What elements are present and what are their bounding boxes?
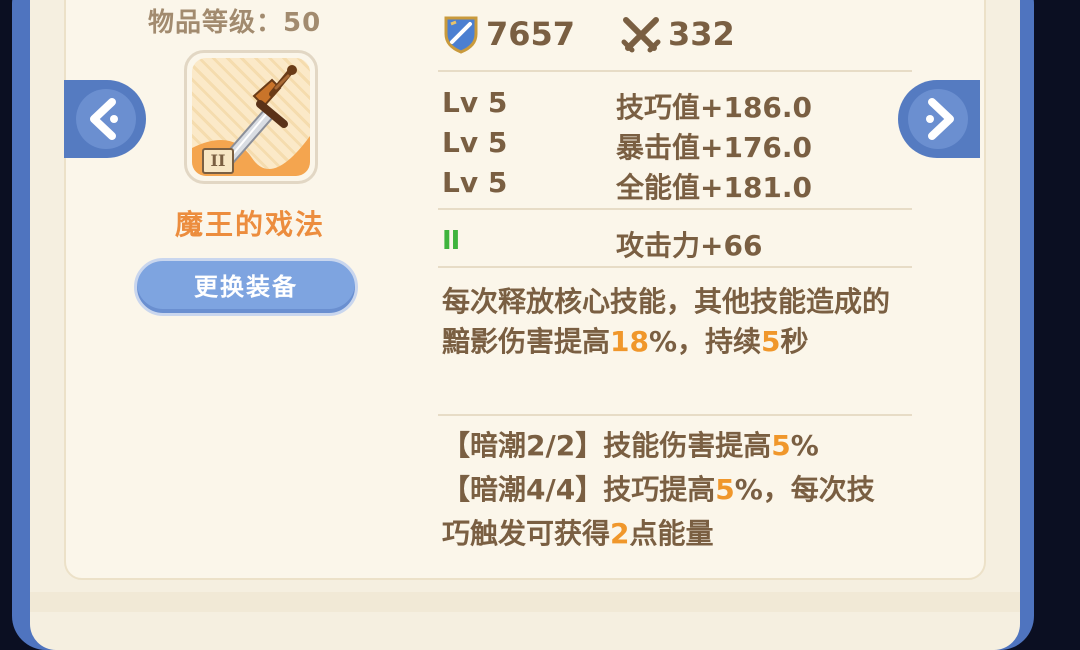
crossed-swords-icon (621, 17, 661, 53)
power-stat: 7657 (442, 14, 575, 54)
item-icon-slot[interactable]: II (184, 50, 318, 184)
set-bonus: 【暗潮2/2】技能伤害提高5% 【暗潮4/4】技巧提高5%，每次技巧触发可获得2… (442, 424, 902, 556)
substat-level: Lv 5 (442, 166, 508, 199)
effect-description: 每次释放核心技能，其他技能造成的黯影伤害提高18%，持续5秒 (442, 285, 891, 358)
item-name: 魔王的戏法 (174, 208, 325, 241)
chevron-right-icon (908, 89, 968, 149)
divider (438, 266, 912, 268)
attack-value: 332 (668, 15, 735, 53)
substat-value: 全能值+181.0 (616, 171, 813, 204)
substat-level: Lv 5 (442, 86, 508, 119)
divider (438, 414, 912, 416)
next-item-button[interactable] (898, 80, 980, 158)
attack-stat: 332 (620, 14, 735, 54)
tier-badge: II (202, 148, 234, 174)
prev-item-button[interactable] (64, 80, 146, 158)
shield-icon (444, 16, 478, 54)
substat-value: 技巧值+186.0 (616, 91, 813, 124)
bottom-strip (30, 592, 1020, 612)
set-bonus-4pc: 【暗潮4/4】技巧提高5%，每次技巧触发可获得2点能量 (442, 473, 875, 550)
item-level: 物品等级：50 (148, 8, 322, 38)
divider (438, 208, 912, 210)
rune-value: 攻击力+66 (616, 229, 763, 262)
divider (438, 70, 912, 72)
substat-level: Lv 5 (442, 126, 508, 159)
set-bonus-2pc: 【暗潮2/2】技能伤害提高5% (442, 429, 819, 462)
power-value: 7657 (486, 15, 576, 53)
rune-mark: II (442, 226, 460, 256)
substat-value: 暴击值+176.0 (616, 131, 813, 164)
chevron-left-icon (76, 89, 136, 149)
change-equipment-button[interactable]: 更换装备 (134, 258, 358, 316)
